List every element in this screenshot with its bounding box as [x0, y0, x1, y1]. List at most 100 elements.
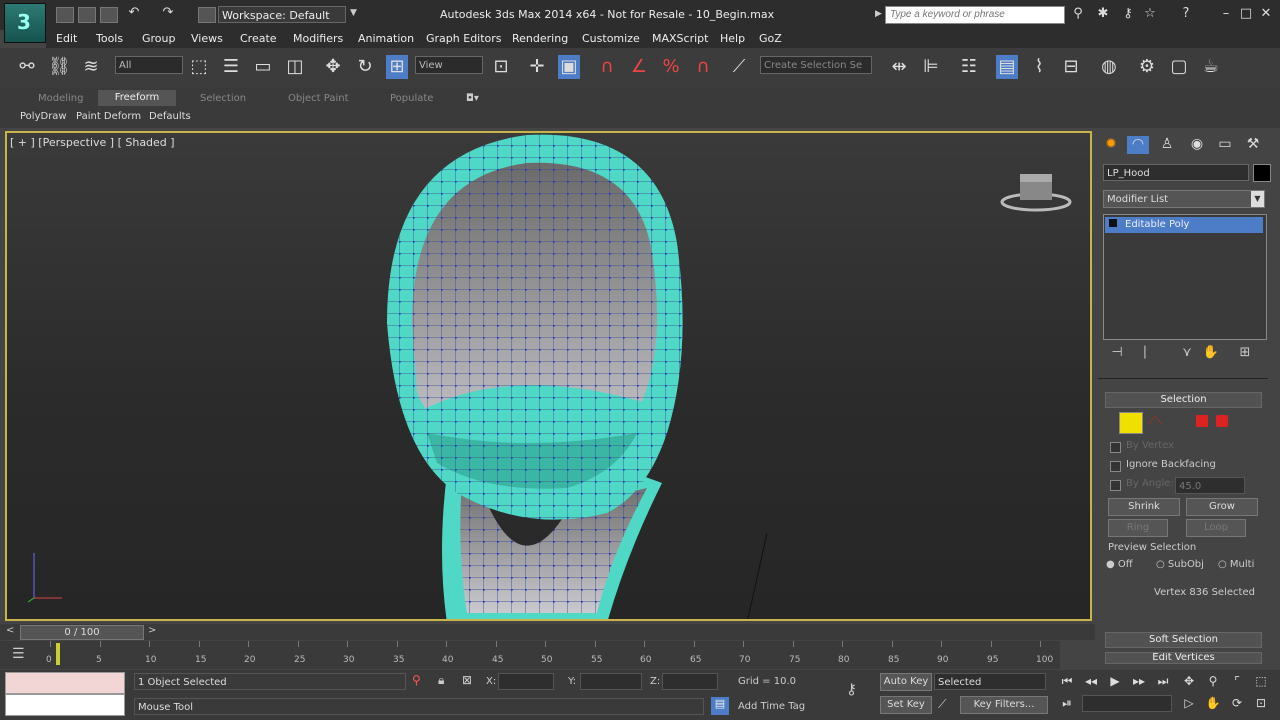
- keyboard-shortcut-override-icon[interactable]: ▣: [558, 55, 580, 79]
- ribbon-tab-populate[interactable]: Populate: [390, 93, 433, 104]
- pan-view-icon[interactable]: ✋: [1204, 694, 1222, 712]
- viewcube-icon[interactable]: [1000, 170, 1072, 214]
- select-by-name-icon[interactable]: ☰: [220, 55, 242, 79]
- menu-help[interactable]: Help: [720, 32, 745, 45]
- ribbon-options-icon[interactable]: ◘▾: [466, 93, 479, 104]
- spinner-snap-icon[interactable]: ∩: [692, 55, 714, 79]
- angle-snap-icon[interactable]: ∠: [628, 55, 650, 79]
- create-panel-icon[interactable]: ✹: [1100, 136, 1122, 154]
- unlink-icon[interactable]: ⛓: [48, 55, 71, 79]
- remove-modifier-icon[interactable]: ✋: [1202, 345, 1220, 363]
- open-file-icon[interactable]: [78, 7, 96, 23]
- time-slider-thumb[interactable]: 0 / 100: [20, 625, 144, 640]
- pivot-center-icon[interactable]: ⊡: [490, 55, 512, 79]
- previous-key-icon[interactable]: ◂◂: [1082, 672, 1100, 690]
- y-coordinate-field[interactable]: [580, 673, 642, 690]
- zoom-icon[interactable]: ⚲: [1204, 672, 1222, 690]
- preview-off-radio[interactable]: ● Off: [1106, 559, 1133, 570]
- edit-vertices-rollout-header[interactable]: Edit Vertices: [1105, 652, 1262, 664]
- redo-icon[interactable]: ↷: [160, 5, 176, 21]
- help-icon[interactable]: ?: [1178, 6, 1194, 22]
- by-angle-spinner[interactable]: 45.0: [1175, 477, 1245, 494]
- quick-access-dropdown-icon[interactable]: ▼: [350, 8, 357, 18]
- make-unique-icon[interactable]: ⋎: [1178, 345, 1196, 363]
- undo-icon[interactable]: ↶: [126, 5, 142, 21]
- search-input[interactable]: [885, 6, 1065, 24]
- graphite-ribbon-icon[interactable]: ▤: [996, 55, 1018, 79]
- reference-coordinate-dropdown[interactable]: View: [415, 56, 483, 74]
- show-end-result-icon[interactable]: ⎸: [1142, 345, 1160, 363]
- subscription-icon[interactable]: ⚷: [1120, 6, 1136, 22]
- schematic-view-icon[interactable]: ⊟: [1060, 55, 1082, 79]
- binoculars-icon[interactable]: ⚲: [1070, 6, 1086, 22]
- key-filters-button[interactable]: Key Filters...: [960, 696, 1048, 714]
- menu-views[interactable]: Views: [191, 32, 223, 45]
- polygon-mode-icon[interactable]: [1196, 415, 1208, 427]
- curve-editor-icon[interactable]: ⌇: [1028, 55, 1050, 79]
- loop-button[interactable]: Loop: [1186, 519, 1246, 537]
- next-frame-icon[interactable]: >: [148, 625, 156, 636]
- grow-button[interactable]: Grow: [1186, 498, 1258, 516]
- bind-space-warp-icon[interactable]: ≋: [80, 55, 102, 79]
- menu-tools[interactable]: Tools: [96, 32, 123, 45]
- add-time-tag-label[interactable]: Add Time Tag: [738, 701, 805, 712]
- modifier-list-chevron-icon[interactable]: ▼: [1251, 191, 1264, 207]
- display-panel-icon[interactable]: ▭: [1214, 136, 1236, 154]
- material-editor-icon[interactable]: ◍: [1098, 55, 1120, 79]
- menu-maxscript[interactable]: MAXScript: [652, 32, 708, 45]
- motion-panel-icon[interactable]: ◉: [1186, 136, 1208, 154]
- utilities-panel-icon[interactable]: ⚒: [1242, 136, 1264, 154]
- mini-curve-editor-icon[interactable]: ☰: [12, 646, 34, 664]
- ribbon-polydraw[interactable]: PolyDraw: [20, 111, 67, 122]
- window-crossing-icon[interactable]: ◫: [284, 55, 306, 79]
- zoom-extents-icon[interactable]: ✥: [1180, 672, 1198, 690]
- lock-selection-icon[interactable]: 🔒︎: [438, 673, 444, 688]
- menu-animation[interactable]: Animation: [358, 32, 414, 45]
- maxscript-listener-output[interactable]: [5, 694, 125, 716]
- ribbon-tab-modeling[interactable]: Modeling: [38, 93, 84, 104]
- ribbon-tab-freeform[interactable]: Freeform: [98, 90, 176, 106]
- key-tangent-icon[interactable]: ⟋: [938, 697, 946, 712]
- hierarchy-panel-icon[interactable]: ♙: [1156, 136, 1178, 154]
- menu-edit[interactable]: Edit: [56, 32, 77, 45]
- rendered-frame-window-icon[interactable]: ▢: [1168, 55, 1190, 79]
- ribbon-paint-deform[interactable]: Paint Deform: [76, 111, 141, 122]
- maximize-viewport-icon[interactable]: ⊡: [1252, 694, 1270, 712]
- layer-manager-icon[interactable]: ☷: [958, 55, 980, 79]
- search-expand-icon[interactable]: ▶: [875, 9, 882, 19]
- by-vertex-checkbox[interactable]: [1110, 442, 1121, 453]
- ignore-backfacing-checkbox[interactable]: [1110, 461, 1121, 472]
- select-object-icon[interactable]: ⬚: [188, 55, 210, 79]
- element-mode-icon[interactable]: [1216, 415, 1228, 427]
- communication-center-icon[interactable]: ✱: [1095, 6, 1111, 22]
- project-folder-icon[interactable]: [198, 7, 216, 23]
- maxscript-listener-input[interactable]: [5, 672, 125, 694]
- mirror-icon[interactable]: ⇹: [888, 55, 910, 79]
- perspective-viewport[interactable]: [5, 131, 1092, 621]
- menu-create[interactable]: Create: [240, 32, 277, 45]
- maximize-icon[interactable]: □: [1238, 6, 1254, 22]
- selection-rollout-header[interactable]: Selection: [1105, 392, 1262, 408]
- auto-key-button[interactable]: Auto Key: [880, 673, 932, 691]
- app-logo-button[interactable]: 3: [4, 3, 46, 43]
- menu-group[interactable]: Group: [142, 32, 176, 45]
- edge-border-mode-icon[interactable]: ⟋⟍: [1148, 416, 1188, 428]
- percent-snap-icon[interactable]: %: [660, 55, 682, 79]
- viewport-label[interactable]: [ + ] [Perspective ] [ Shaded ]: [10, 136, 175, 149]
- new-file-icon[interactable]: [56, 7, 74, 23]
- preview-subobj-radio[interactable]: ○ SubObj: [1156, 559, 1204, 570]
- move-icon[interactable]: ✥: [322, 55, 344, 79]
- edit-named-selection-icon[interactable]: ⟋: [728, 55, 750, 79]
- scale-icon[interactable]: ⊞: [386, 55, 408, 79]
- next-key-icon[interactable]: ▸▸: [1130, 672, 1148, 690]
- select-and-link-icon[interactable]: ⚯: [16, 55, 38, 79]
- rotate-icon[interactable]: ↻: [354, 55, 376, 79]
- favorites-star-icon[interactable]: ☆: [1142, 6, 1158, 22]
- selection-filter-dropdown[interactable]: All: [115, 56, 183, 74]
- z-coordinate-field[interactable]: [662, 673, 718, 690]
- ring-button[interactable]: Ring: [1108, 519, 1168, 537]
- zoom-all-icon[interactable]: ⌜: [1228, 672, 1246, 690]
- ribbon-tab-selection[interactable]: Selection: [200, 93, 246, 104]
- set-key-icon[interactable]: ⚷: [846, 680, 857, 698]
- minimize-icon[interactable]: –: [1218, 6, 1234, 22]
